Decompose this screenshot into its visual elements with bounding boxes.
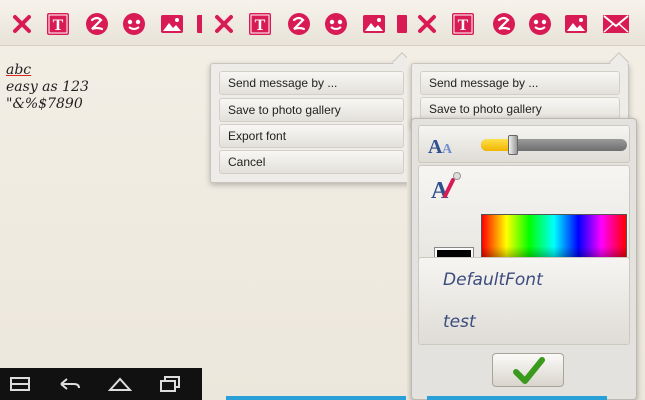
emoji-icon[interactable] <box>528 12 552 36</box>
text-icon[interactable]: T <box>451 12 475 36</box>
font-style-icon[interactable] <box>492 12 516 36</box>
mail-icon[interactable] <box>602 12 630 36</box>
font-option-test[interactable]: test <box>443 312 476 332</box>
image-icon[interactable] <box>362 12 386 36</box>
svg-text:A: A <box>428 136 443 157</box>
menu-item-cancel[interactable]: Cancel <box>219 150 404 174</box>
font-size-icon: A A <box>428 136 453 157</box>
font-size-slider-thumb[interactable] <box>508 135 519 155</box>
font-settings-dialog: A A A DefaultFont test <box>411 118 637 400</box>
ok-button[interactable] <box>492 353 564 387</box>
share-menu: Send message by ... Save to photo galler… <box>210 52 407 183</box>
back-icon[interactable] <box>58 375 82 393</box>
svg-text:A: A <box>442 142 453 157</box>
font-style-icon[interactable] <box>287 12 311 36</box>
note-line: "&%$7890 <box>6 96 83 112</box>
menu-item-export-font[interactable]: Export font <box>219 124 404 148</box>
recent-apps-icon[interactable] <box>8 375 32 393</box>
close-icon[interactable] <box>10 12 34 36</box>
font-size-slider[interactable] <box>481 139 627 151</box>
image-icon[interactable] <box>160 12 184 36</box>
mail-icon[interactable] <box>396 12 407 36</box>
text-icon[interactable]: T <box>248 12 272 36</box>
text-icon[interactable]: T <box>46 12 70 36</box>
toolbar: T <box>0 0 202 46</box>
recents-icon[interactable] <box>158 375 182 393</box>
font-list: DefaultFont test <box>418 257 630 345</box>
menu-tail <box>392 52 407 72</box>
close-icon[interactable] <box>415 12 439 36</box>
toolbar: T <box>407 0 645 46</box>
svg-text:T: T <box>53 17 64 34</box>
screen-menu: T Send message by ... Save to photo gall… <box>202 0 407 400</box>
note-line: abc <box>6 62 32 78</box>
close-icon[interactable] <box>212 12 236 36</box>
system-navbar <box>0 368 202 400</box>
checkmark-icon <box>513 357 545 384</box>
emoji-icon[interactable] <box>324 12 348 36</box>
bottom-action-bar <box>427 396 607 400</box>
bottom-action-bar <box>226 396 406 400</box>
menu-tail <box>609 52 629 72</box>
note-text[interactable]: abc easy as 123 "&%$7890 <box>6 62 89 113</box>
font-style-icon[interactable] <box>85 12 109 36</box>
screen-editor: T abc easy as 123 "&%$7890 <box>0 0 202 400</box>
font-color-icon: A <box>431 172 461 202</box>
menu-item-save-gallery[interactable]: Save to photo gallery <box>219 98 404 122</box>
font-option-default[interactable]: DefaultFont <box>443 270 543 290</box>
menu-item-send-message[interactable]: Send message by ... <box>219 71 404 95</box>
image-icon[interactable] <box>564 12 588 36</box>
toolbar: T <box>202 0 407 46</box>
screen-font-settings: T Send message by ... Save to photo gall… <box>407 0 645 400</box>
note-line: easy as 123 <box>6 79 89 95</box>
svg-text:T: T <box>255 17 266 34</box>
emoji-icon[interactable] <box>122 12 146 36</box>
svg-text:T: T <box>458 17 469 34</box>
font-size-row: A A <box>418 125 630 163</box>
menu-item-send-message[interactable]: Send message by ... <box>420 71 620 95</box>
home-icon[interactable] <box>108 375 132 393</box>
